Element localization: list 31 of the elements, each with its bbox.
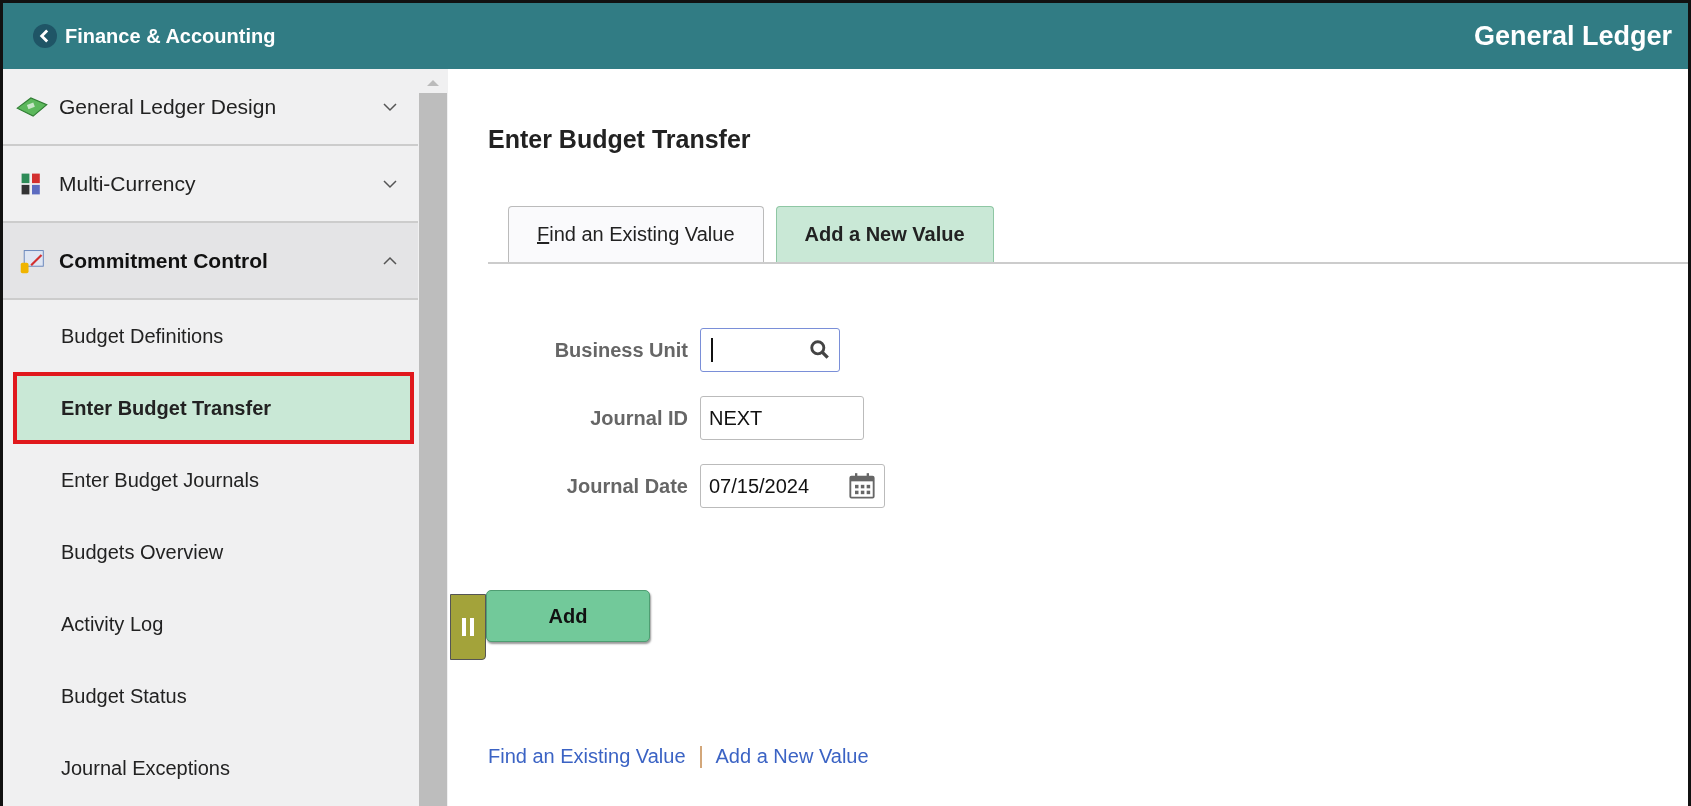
page-title: Enter Budget Transfer <box>488 125 752 154</box>
link[interactable]: Find an Existing Value <box>488 745 686 768</box>
chevron-down-icon <box>382 101 398 112</box>
nav-item[interactable]: Activity Log <box>3 588 418 660</box>
nav-item[interactable]: Budget Status <box>3 660 418 732</box>
app-title: General Ledger <box>1473 20 1672 52</box>
tab[interactable]: Add a New Value <box>775 206 994 262</box>
nav-item[interactable]: Budget Definitions <box>3 300 418 372</box>
back-button[interactable]: Finance & Accounting <box>33 24 276 48</box>
nav-item[interactable]: Journal Exceptions <box>3 732 418 804</box>
chevron-down-icon <box>382 178 398 189</box>
calendar-icon[interactable] <box>848 472 876 500</box>
link[interactable]: Add a New Value <box>715 745 869 768</box>
chevron-left-icon <box>33 24 57 48</box>
input-field[interactable] <box>700 328 840 372</box>
input-field[interactable]: NEXT <box>700 396 864 440</box>
panel-handle[interactable] <box>450 594 486 660</box>
field-label: Journal Date <box>566 474 688 498</box>
input-field[interactable]: 07/15/2024 <box>700 464 885 508</box>
tab[interactable]: Find an Existing Value <box>508 206 764 262</box>
nav-item[interactable]: Budgets Overview <box>3 516 418 588</box>
nav-group[interactable]: General Ledger Design <box>3 69 418 146</box>
search-icon[interactable] <box>809 339 831 361</box>
add-button[interactable]: Add <box>486 590 650 642</box>
nav-item[interactable]: Enter Budget Journals <box>3 444 418 516</box>
field-label: Business Unit <box>554 338 688 362</box>
chevron-up-icon <box>382 255 398 266</box>
pause-icon <box>461 617 475 637</box>
nav-item[interactable]: Enter Budget Transfer <box>13 372 414 444</box>
field-label: Journal ID <box>590 406 688 430</box>
nav-group[interactable]: Commitment Control <box>3 223 418 300</box>
